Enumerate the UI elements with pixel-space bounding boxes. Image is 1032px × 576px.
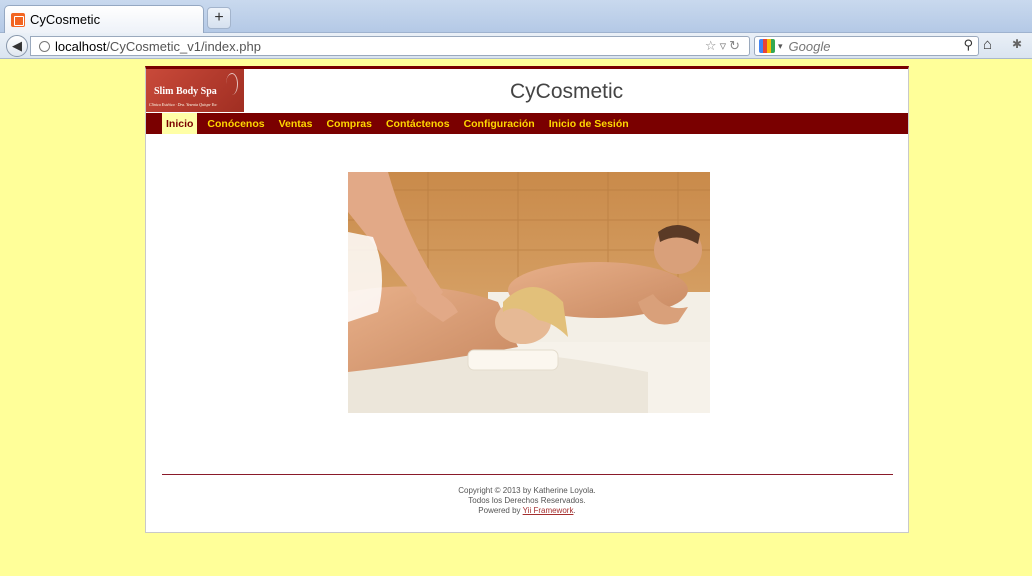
site-title: CyCosmetic	[510, 80, 624, 103]
globe-icon	[39, 40, 50, 52]
page-container: Slim Body Spa Clínica Estética · Dra. Ye…	[145, 66, 909, 533]
menu-item-1[interactable]: Conócenos	[203, 113, 268, 134]
bookmark-star-icon[interactable]: ☆▿↻	[705, 38, 743, 54]
url-bar[interactable]: localhost/CyCosmetic_v1/index.php ☆▿↻	[30, 36, 750, 56]
site-footer: Copyright © 2013 by Katherine Loyola. To…	[146, 486, 908, 516]
google-icon[interactable]	[759, 39, 775, 53]
search-bar[interactable]: ▾ Google ⚲	[754, 36, 979, 56]
spa-massage-image	[348, 172, 710, 413]
addon-icon[interactable]: ✱	[1012, 37, 1022, 51]
search-engine-dropdown-icon[interactable]: ▾	[778, 41, 783, 52]
footer-powered-suffix: .	[573, 506, 576, 515]
menu-item-4[interactable]: Contáctenos	[382, 113, 454, 134]
search-icon[interactable]: ⚲	[963, 37, 973, 53]
browser-tab[interactable]: CyCosmetic	[4, 5, 204, 33]
site-logo[interactable]: Slim Body Spa Clínica Estética · Dra. Ye…	[146, 69, 244, 112]
search-placeholder: Google	[788, 38, 831, 54]
footer-rights: Todos los Derechos Reservados.	[468, 496, 586, 505]
browser-tab-bar: CyCosmetic +	[0, 0, 1032, 33]
footer-copyright: Copyright © 2013 by Katherine Loyola.	[458, 486, 596, 495]
massage-photo	[348, 172, 710, 413]
flourish-icon	[226, 73, 238, 95]
footer-divider	[162, 474, 893, 475]
main-menu: Inicio Conócenos Ventas Compras Contáctenos C…	[146, 113, 908, 134]
browser-nav-bar: ◀ localhost/CyCosmetic_v1/index.php ☆▿↻ …	[0, 33, 1032, 59]
new-tab-button[interactable]: +	[207, 7, 231, 29]
tab-title: CyCosmetic	[30, 12, 101, 27]
site-favicon-icon	[11, 12, 25, 27]
logo-title: Slim Body Spa	[154, 86, 217, 97]
url-path: /CyCosmetic_v1/index.php	[106, 38, 261, 54]
back-arrow-icon: ◀	[12, 38, 22, 53]
menu-item-3[interactable]: Compras	[322, 113, 376, 134]
home-icon[interactable]: ⌂	[983, 36, 992, 53]
yii-framework-link[interactable]: Yii Framework	[523, 506, 574, 515]
menu-item-6[interactable]: Inicio de Sesión	[545, 113, 633, 134]
back-button[interactable]: ◀	[6, 35, 28, 57]
logo-subtitle: Clínica Estética · Dra. Yesenia Quispe Y…	[149, 102, 218, 107]
menu-item-0[interactable]: Inicio	[162, 113, 198, 134]
footer-powered: Powered by Yii Framework.	[146, 506, 908, 516]
menu-item-2[interactable]: Ventas	[275, 113, 317, 134]
url-host: localhost	[55, 38, 107, 54]
menu-item-5[interactable]: Configuración	[460, 113, 539, 134]
site-header: Slim Body Spa Clínica Estética · Dra. Ye…	[146, 69, 908, 112]
footer-powered-prefix: Powered by	[478, 506, 523, 515]
